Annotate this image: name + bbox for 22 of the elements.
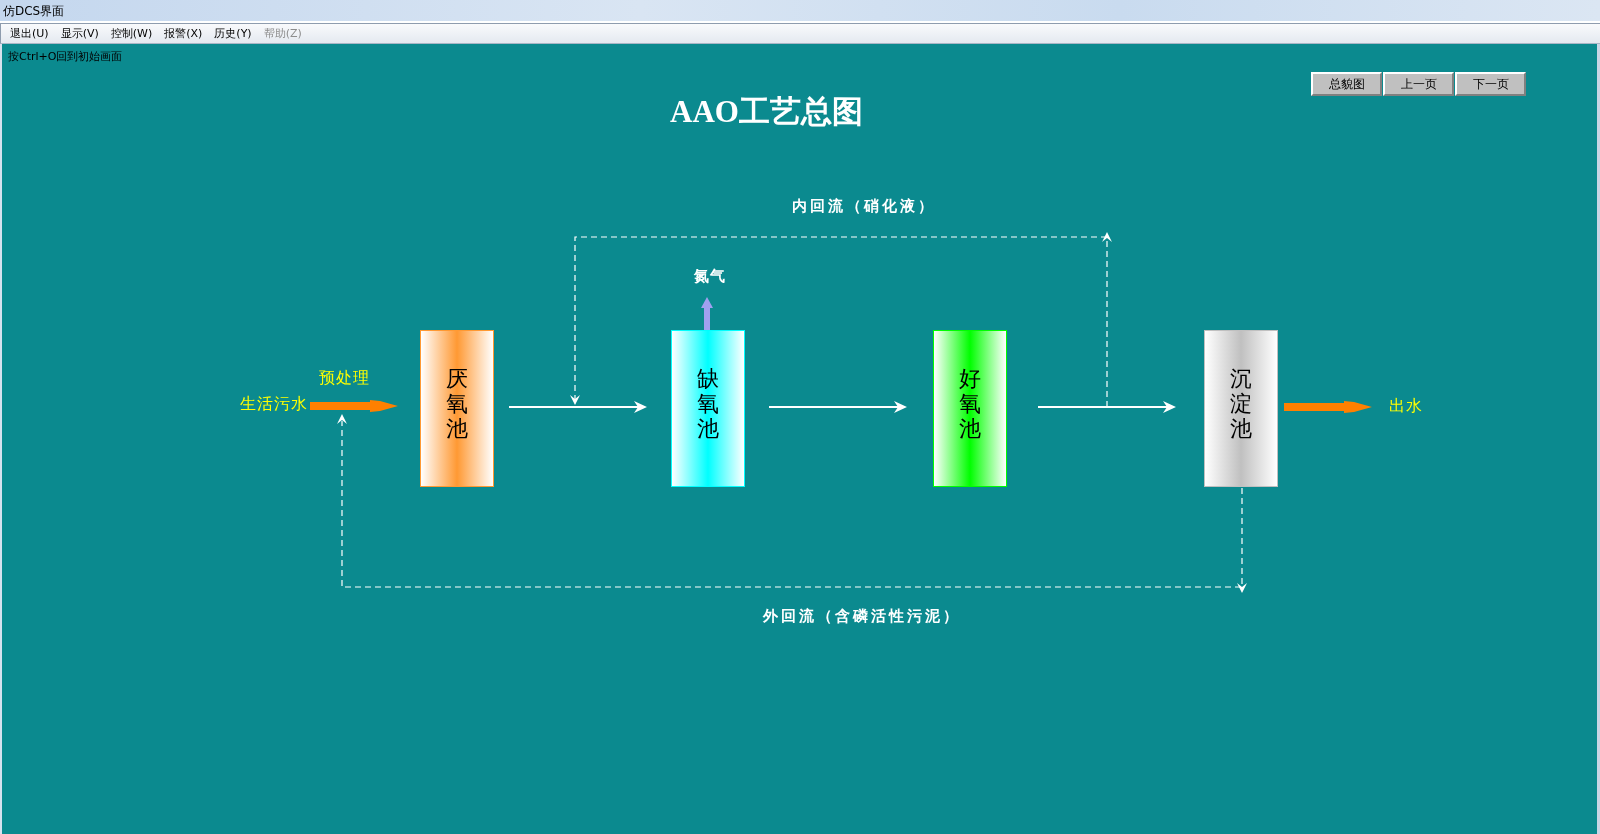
nav-button[interactable]: 总貌图 — [1311, 72, 1382, 96]
page-title: AAO工艺总图 — [670, 93, 863, 131]
menu-item[interactable]: 历史(Y) — [209, 26, 257, 41]
nav-button[interactable]: 上一页 — [1383, 72, 1454, 96]
hint-text: 按Ctrl+O回到初始画面 — [8, 49, 123, 65]
external-recycle-label: 外回流（含磷活性污泥） — [763, 607, 961, 625]
tank-label: 厌氧池 — [446, 365, 468, 442]
menu-item[interactable]: 显示(V) — [55, 26, 104, 41]
tank-label: 缺氧池 — [697, 365, 719, 442]
pretreatment-label: 预处理 — [319, 368, 370, 388]
tank-label: 好氧池 — [959, 365, 981, 442]
nav-button[interactable]: 下一页 — [1455, 72, 1526, 96]
tank-label: 沉淀池 — [1230, 365, 1252, 442]
menu-item[interactable]: 报警(X) — [159, 26, 208, 41]
menu-item[interactable]: 控制(W) — [105, 26, 158, 41]
window-title: 仿DCS界面 — [3, 2, 65, 19]
internal-recycle-label: 内回流（硝化液） — [792, 197, 936, 215]
menu-item[interactable]: 退出(U) — [5, 26, 54, 41]
effluent-label: 出水 — [1389, 396, 1423, 416]
influent-label: 生活污水 — [240, 394, 308, 414]
gas-label: 氮气 — [694, 267, 726, 285]
gas-arrow — [701, 297, 713, 330]
